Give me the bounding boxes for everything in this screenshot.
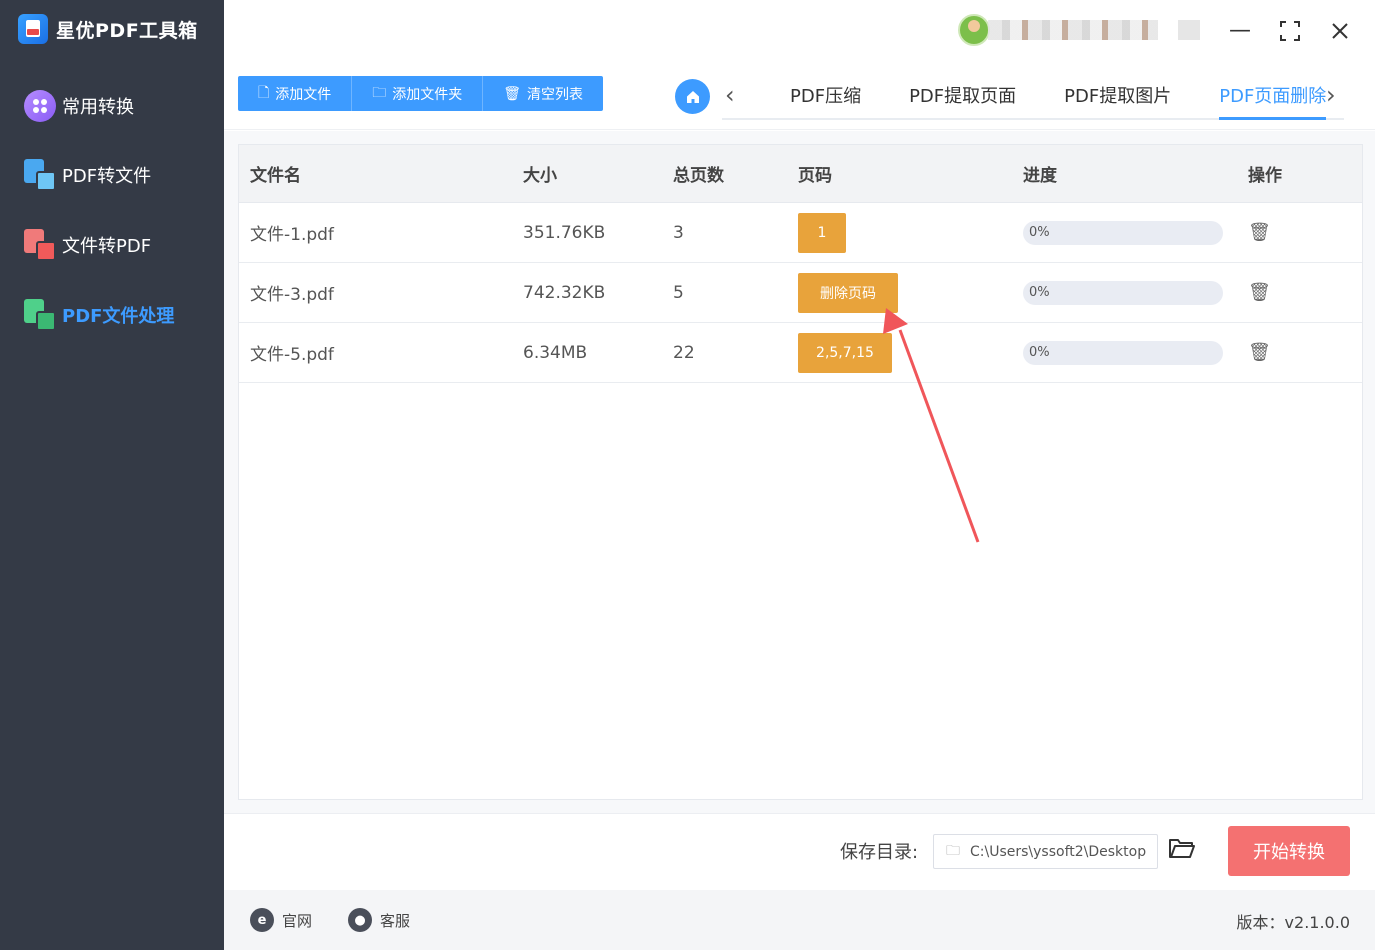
file-icon: 🗋 (258, 84, 270, 101)
sidebar: 星优PDF工具箱 常用转换 PDF转文件 文件转PDF PDF文件处理 (0, 0, 224, 950)
sidebar-item-file-to-pdf[interactable]: 文件转PDF (24, 229, 151, 261)
pdf-process-icon (24, 299, 56, 331)
open-folder-icon[interactable] (1168, 836, 1200, 866)
save-directory-label: 保存目录: (840, 842, 919, 863)
save-directory-input[interactable]: 🗀 C:\Users\yssoft2\Desktop (933, 834, 1158, 869)
sidebar-item-label: PDF转文件 (62, 166, 152, 187)
maximize-icon[interactable] (1276, 18, 1304, 44)
chevron-right-icon[interactable]: › (1326, 80, 1336, 110)
website-link[interactable]: e 官网 (250, 908, 312, 932)
add-folder-label: 添加文件夹 (392, 86, 463, 103)
file-pages: 22 (673, 342, 695, 363)
progress-bar: 0% (1023, 280, 1223, 305)
start-convert-button[interactable]: 开始转换 (1228, 826, 1350, 876)
table-row[interactable]: 文件-1.pdf 351.76KB 3 1 0% 🗑 (239, 203, 1362, 263)
clear-list-label: 清空列表 (527, 86, 584, 103)
table-row[interactable]: 文件-3.pdf 742.32KB 5 删除页码 0% 🗑 (239, 263, 1362, 323)
header-progress: 进度 (1023, 166, 1057, 186)
ie-icon: e (250, 908, 274, 932)
add-file-button[interactable]: 🗋 添加文件 (238, 76, 353, 111)
trash-icon[interactable]: 🗑 (1248, 222, 1271, 243)
header-action: 操作 (1248, 166, 1282, 186)
redacted-block (1178, 20, 1200, 40)
progress-bar: 0% (1023, 220, 1223, 245)
sidebar-item-pdf-process[interactable]: PDF文件处理 (24, 299, 174, 331)
website-label: 官网 (282, 911, 313, 930)
tab-pdf-compress[interactable]: PDF压缩 (790, 78, 861, 118)
minimize-icon[interactable]: — (1226, 18, 1254, 44)
page-code-button[interactable]: 2,5,7,15 (798, 332, 892, 373)
app-logo-icon (18, 14, 48, 44)
save-directory-path: C:\Users\yssoft2\Desktop (970, 843, 1147, 860)
support-link[interactable]: ● 客服 (348, 908, 410, 932)
folder-outline-icon: 🗀 (946, 842, 960, 859)
support-label: 客服 (380, 911, 411, 930)
file-size: 6.34MB (523, 342, 588, 363)
home-icon[interactable] (675, 79, 710, 114)
user-avatar[interactable] (958, 14, 990, 46)
tab-pdf-extract-pages[interactable]: PDF提取页面 (909, 78, 1016, 118)
folder-icon: 🗀 (372, 84, 387, 101)
sidebar-item-pdf-to-file[interactable]: PDF转文件 (24, 159, 151, 191)
table-row[interactable]: 文件-5.pdf 6.34MB 22 2,5,7,15 0% 🗑 (239, 323, 1362, 383)
page-code-button[interactable]: 1 (798, 212, 846, 253)
file-name: 文件-5.pdf (250, 345, 334, 365)
header-pages: 总页数 (673, 166, 724, 186)
header-name: 文件名 (250, 166, 301, 186)
sidebar-item-label: PDF文件处理 (62, 306, 175, 327)
file-size: 742.32KB (523, 282, 606, 303)
header-page-code: 页码 (798, 166, 832, 186)
tab-pdf-extract-images[interactable]: PDF提取图片 (1064, 78, 1171, 118)
sidebar-item-common-convert[interactable]: 常用转换 (24, 90, 134, 122)
chat-bubble-icon: ● (348, 908, 372, 932)
file-pages: 3 (673, 222, 684, 243)
trash-icon[interactable]: 🗑 (1248, 282, 1271, 303)
sidebar-item-label: 常用转换 (62, 97, 134, 118)
chevron-left-icon[interactable]: ‹ (725, 80, 735, 110)
sidebar-item-label: 文件转PDF (62, 236, 152, 257)
close-icon[interactable] (1326, 18, 1354, 44)
header-size: 大小 (523, 166, 557, 186)
version-label: 版本：v2.1.0.0 (1236, 913, 1350, 932)
tool-tabs: PDF压缩 PDF提取页面 PDF提取图片 PDF页面删除 (722, 78, 1344, 120)
file-name: 文件-1.pdf (250, 225, 334, 245)
file-toolbar: 🗋 添加文件 🗀 添加文件夹 🗑 清空列表 (238, 76, 604, 111)
grid-circle-icon (24, 90, 56, 122)
app-title: 星优PDF工具箱 (18, 14, 198, 44)
page-code-button[interactable]: 删除页码 (798, 272, 898, 313)
file-to-pdf-icon (24, 229, 56, 261)
trash-icon[interactable]: 🗑 (1248, 342, 1271, 363)
clear-list-button[interactable]: 🗑 清空列表 (483, 76, 603, 111)
add-file-label: 添加文件 (275, 86, 332, 103)
save-bar (224, 813, 1375, 889)
app-title-text: 星优PDF工具箱 (56, 19, 198, 42)
tab-pdf-delete-pages[interactable]: PDF页面删除 (1219, 78, 1327, 120)
add-folder-button[interactable]: 🗀 添加文件夹 (352, 76, 484, 111)
file-size: 351.76KB (523, 222, 606, 243)
file-name: 文件-3.pdf (250, 285, 334, 305)
username-redacted (988, 20, 1158, 40)
file-pages: 5 (673, 282, 684, 303)
pdf-to-file-icon (24, 159, 56, 191)
file-table: 文件名 大小 总页数 页码 进度 操作 文件-1.pdf 351.76KB 3 … (238, 144, 1363, 800)
progress-bar: 0% (1023, 340, 1223, 365)
table-header: 文件名 大小 总页数 页码 进度 操作 (239, 145, 1362, 203)
trash-icon: 🗑 (503, 85, 522, 102)
